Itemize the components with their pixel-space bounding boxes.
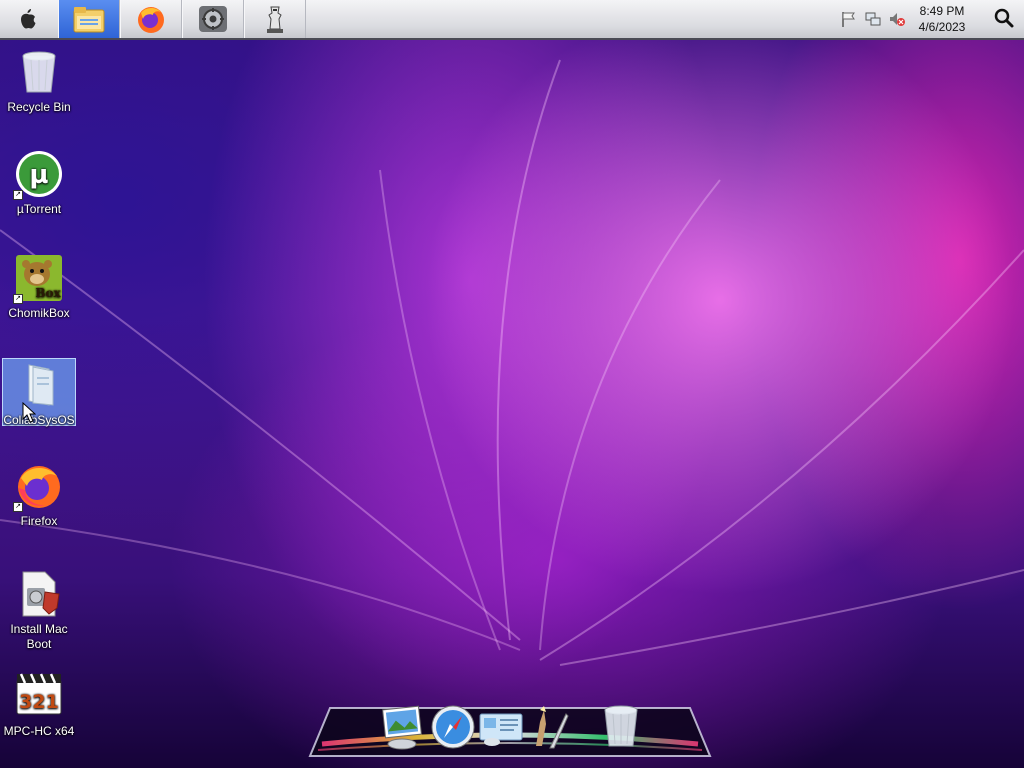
quill-icon: [536, 706, 569, 749]
chess-icon: [267, 6, 283, 33]
desktop-icon-label: MPC-HC x64: [3, 724, 75, 738]
desktop-icon-utorrent[interactable]: µ ↗ µTorrent: [2, 150, 76, 217]
svg-text:Box: Box: [35, 286, 61, 300]
desktop-icon-label: CollabSysOS: [3, 413, 75, 427]
safari-icon: [431, 705, 475, 749]
clock-date: 4/6/2023: [918, 20, 966, 34]
apple-menu-button[interactable]: [8, 0, 48, 38]
trash-icon: [604, 705, 638, 747]
spotlight-search-button[interactable]: [992, 6, 1016, 30]
desktop-icon-mpc-hc[interactable]: 321 MPC-HC x64: [2, 672, 76, 739]
settings-icon: [199, 6, 227, 32]
firefox-icon: [138, 7, 164, 33]
firefox-icon: ↗: [13, 462, 63, 512]
desktop-icon-label: µTorrent: [16, 202, 62, 216]
apple-icon: [21, 9, 36, 29]
desktop-icon-chomikbox[interactable]: Box ↗ ChomikBox: [2, 254, 76, 321]
taskbar-system-preferences-button[interactable]: [182, 0, 244, 38]
desktop-icon-install-mac-boot[interactable]: Install Mac Boot: [2, 570, 76, 652]
dock-quill[interactable]: [526, 704, 572, 750]
desktop-icon-label: Install Mac Boot: [10, 622, 68, 651]
mpc-hc-icon: 321: [15, 672, 63, 720]
dock-preview[interactable]: [380, 704, 426, 750]
network-button[interactable]: [864, 10, 882, 28]
folder-icon: [73, 7, 105, 33]
taskbar-firefox-button[interactable]: [120, 0, 182, 38]
preview-icon: [382, 705, 422, 750]
wallpaper-light-streaks: [0, 59, 1024, 666]
dock-safari[interactable]: [430, 704, 476, 750]
clock-time: 8:49 PM: [919, 4, 965, 18]
chomikbox-icon: Box ↗: [13, 254, 63, 304]
dock-mail[interactable]: [478, 704, 524, 750]
utorrent-icon: µ ↗: [13, 150, 63, 200]
taskbar-chess-button[interactable]: [244, 0, 306, 38]
mouse-cursor: [22, 401, 37, 424]
shortcut-arrow-icon: ↗: [13, 294, 23, 304]
network-icon: [865, 12, 881, 26]
svg-text:µ: µ: [29, 160, 48, 190]
recycle-bin-icon: [15, 48, 63, 96]
mail-icon: [479, 713, 523, 746]
desktop-icon-label: ChomikBox: [8, 306, 70, 320]
clock[interactable]: 8:49 PM 4/6/2023: [902, 3, 982, 35]
flag-icon: [842, 12, 855, 27]
dock: [300, 696, 720, 768]
desktop-wallpaper: [0, 0, 1024, 768]
shortcut-arrow-icon: ↗: [13, 190, 23, 200]
desktop-icon-firefox[interactable]: ↗ Firefox: [2, 462, 76, 529]
search-icon: [994, 8, 1014, 28]
top-menu-bar: 8:49 PM 4/6/2023: [0, 0, 1024, 40]
desktop-icon-recycle-bin[interactable]: Recycle Bin: [2, 48, 76, 115]
taskbar-file-explorer-button[interactable]: [58, 0, 120, 38]
svg-text:321: 321: [19, 691, 59, 713]
shortcut-arrow-icon: ↗: [13, 502, 23, 512]
dock-trash[interactable]: [598, 704, 644, 750]
installer-icon: [15, 570, 63, 618]
desktop-icon-collabsysos[interactable]: CollabSysOS: [2, 358, 76, 427]
desktop-icon-label: Recycle Bin: [7, 100, 71, 114]
action-center-flag-button[interactable]: [840, 10, 858, 28]
desktop-icon-label: Firefox: [20, 514, 58, 528]
